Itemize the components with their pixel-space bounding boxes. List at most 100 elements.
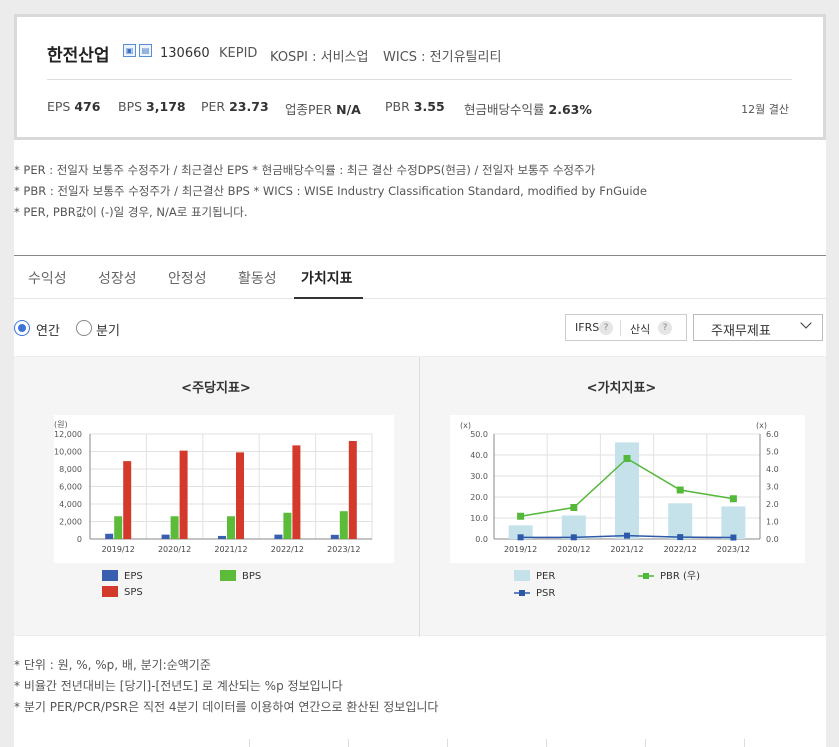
- note-line: * PBR : 전일자 보통주 수정주가 / 최근결산 BPS * WICS :…: [14, 184, 647, 198]
- legend-label: PBR (우): [660, 570, 700, 582]
- point-psr: [517, 534, 524, 541]
- metric-per: PER 23.73: [201, 99, 269, 114]
- document-icon[interactable]: ▤: [139, 44, 152, 57]
- y-right-tick-label: 2.0: [766, 500, 779, 509]
- table-column-divider: [744, 739, 745, 747]
- y-tick-label: 0: [77, 535, 82, 544]
- y-left-tick-label: 10.0: [470, 514, 488, 523]
- x-tick-label: 2021/12: [214, 545, 247, 554]
- y-tick-label: 4,000: [59, 500, 82, 509]
- chart-plot-background: [54, 415, 394, 563]
- help-icon[interactable]: ?: [658, 321, 672, 335]
- per-share-chart-panel: <주당지표> 0 2,000 4,000 6,000 8,000 10,000 12,000…: [14, 357, 418, 637]
- metric-value: 476: [74, 99, 101, 114]
- y-tick-label: 2,000: [59, 518, 82, 527]
- point-pbr: [676, 486, 684, 494]
- formula-toggle[interactable]: 산식: [630, 321, 650, 337]
- tab-activity[interactable]: 활동성: [238, 268, 277, 288]
- x-tick-label: 2021/12: [610, 545, 643, 554]
- bar-eps: [161, 534, 170, 539]
- y-tick-label: 12,000: [54, 430, 82, 439]
- unit-label: (원): [54, 420, 68, 429]
- x-tick-label: 2023/12: [327, 545, 360, 554]
- radio-quarterly[interactable]: [76, 320, 92, 336]
- bar-eps: [330, 534, 339, 539]
- x-tick-label: 2022/12: [271, 545, 304, 554]
- metric-label: 현금배당수익률: [464, 102, 545, 117]
- tab-growth[interactable]: 성장성: [98, 268, 137, 288]
- metric-value: N/A: [336, 102, 361, 117]
- x-tick-label: 2023/12: [717, 545, 750, 554]
- x-tick-label: 2020/12: [158, 545, 191, 554]
- statement-select[interactable]: 주재무제표: [693, 314, 823, 341]
- legend-marker-psr: [519, 590, 525, 596]
- help-icon[interactable]: ?: [599, 321, 613, 335]
- point-pbr: [623, 455, 631, 462]
- y-left-tick-label: 20.0: [470, 493, 488, 502]
- table-column-divider: [546, 739, 547, 747]
- radio-annual[interactable]: [14, 320, 30, 336]
- chart-area: <주당지표> 0 2,000 4,000 6,000 8,000 10,000 12,000…: [14, 356, 826, 637]
- bar-sps: [292, 445, 301, 539]
- market-sector: KOSPI : 서비스업: [270, 50, 369, 65]
- valuation-chart-panel: <가치지표> 0.0 10.0 20.0 30.0 40.0 50.0 0.0 1.0 2.0 3…: [419, 357, 823, 637]
- radio-quarterly-label[interactable]: 분기: [96, 320, 120, 339]
- metric-pbr: PBR 3.55: [385, 99, 445, 114]
- y-right-tick-label: 4.0: [766, 465, 779, 474]
- active-tab-indicator: [294, 297, 363, 299]
- legend-label: BPS: [242, 571, 261, 582]
- bar-sps: [236, 452, 244, 539]
- point-psr: [624, 532, 630, 539]
- metric-dividend-yield: 현금배당수익률 2.63%: [464, 99, 592, 118]
- ratio-tabs: 수익성 성장성 안정성 활동성 가치지표: [14, 255, 826, 299]
- valuation-chart: 0.0 10.0 20.0 30.0 40.0 50.0 0.0 1.0 2.0 3.0 4.0 5.…: [450, 415, 805, 599]
- metric-label: BPS: [118, 99, 143, 114]
- metric-value: 23.73: [229, 99, 269, 114]
- metric-industry-per: 업종PER N/A: [285, 99, 361, 118]
- unit-label-right: (x): [756, 421, 767, 430]
- statement-select-value: 주재무제표: [711, 324, 771, 339]
- metric-value: 3,178: [146, 99, 186, 114]
- bar-sps: [179, 450, 188, 539]
- tab-profitability[interactable]: 수익성: [28, 268, 67, 288]
- footnotes: * 단위 : 원, %, %p, 배, 분기:순액기준 * 비율간 전년대비는 …: [14, 655, 438, 718]
- metric-label: EPS: [47, 99, 71, 114]
- legend-label: SPS: [124, 587, 143, 598]
- bar-bps: [170, 516, 179, 539]
- radio-annual-label[interactable]: 연간: [36, 320, 60, 339]
- tab-stability[interactable]: 안정성: [168, 268, 207, 288]
- fiscal-close: 12월 결산: [741, 103, 789, 116]
- bar-bps: [114, 516, 123, 539]
- bar-per: [721, 506, 746, 539]
- x-tick-label: 2022/12: [664, 545, 697, 554]
- bar-bps: [339, 511, 348, 539]
- y-right-tick-label: 0.0: [766, 535, 779, 544]
- unit-label-left: (x): [460, 421, 471, 430]
- y-right-tick-label: 5.0: [766, 448, 779, 457]
- bar-sps: [123, 461, 132, 539]
- company-name: 한전산업: [47, 46, 110, 66]
- note-line: * PER, PBR값이 (-)일 경우, N/A로 표기됩니다.: [14, 205, 248, 219]
- legend-marker-pbr: [643, 573, 649, 579]
- chevron-down-icon: [800, 317, 812, 329]
- metric-value: 2.63%: [548, 102, 592, 117]
- metric-label: PBR: [385, 99, 410, 114]
- legend-swatch: [220, 570, 236, 581]
- legend-label: PSR: [536, 588, 555, 599]
- per-share-chart: 0 2,000 4,000 6,000 8,000 10,000 12,000(원) 2019…: [54, 415, 394, 598]
- x-tick-label: 2019/12: [504, 545, 537, 554]
- definition-notes: * PER : 전일자 보통주 수정주가 / 최근결산 EPS * 현금배당수익…: [14, 160, 647, 223]
- company-alias: KEPID: [219, 46, 258, 61]
- x-tick-label: 2019/12: [102, 545, 135, 554]
- legend-swatch-per: [514, 570, 530, 581]
- metric-eps: EPS 476: [47, 99, 100, 114]
- wics-sector: WICS : 전기유틸리티: [383, 50, 502, 65]
- point-psr: [677, 534, 684, 541]
- ifrs-toggle[interactable]: IFRS: [575, 321, 599, 334]
- option-toggle-group: IFRS ? 산식 ?: [565, 314, 687, 341]
- metric-label: 업종PER: [285, 102, 333, 117]
- tab-valuation[interactable]: 가치지표: [301, 268, 353, 288]
- legend-label: PER: [536, 571, 555, 582]
- building-icon[interactable]: ▣: [123, 44, 136, 57]
- point-pbr: [517, 512, 525, 520]
